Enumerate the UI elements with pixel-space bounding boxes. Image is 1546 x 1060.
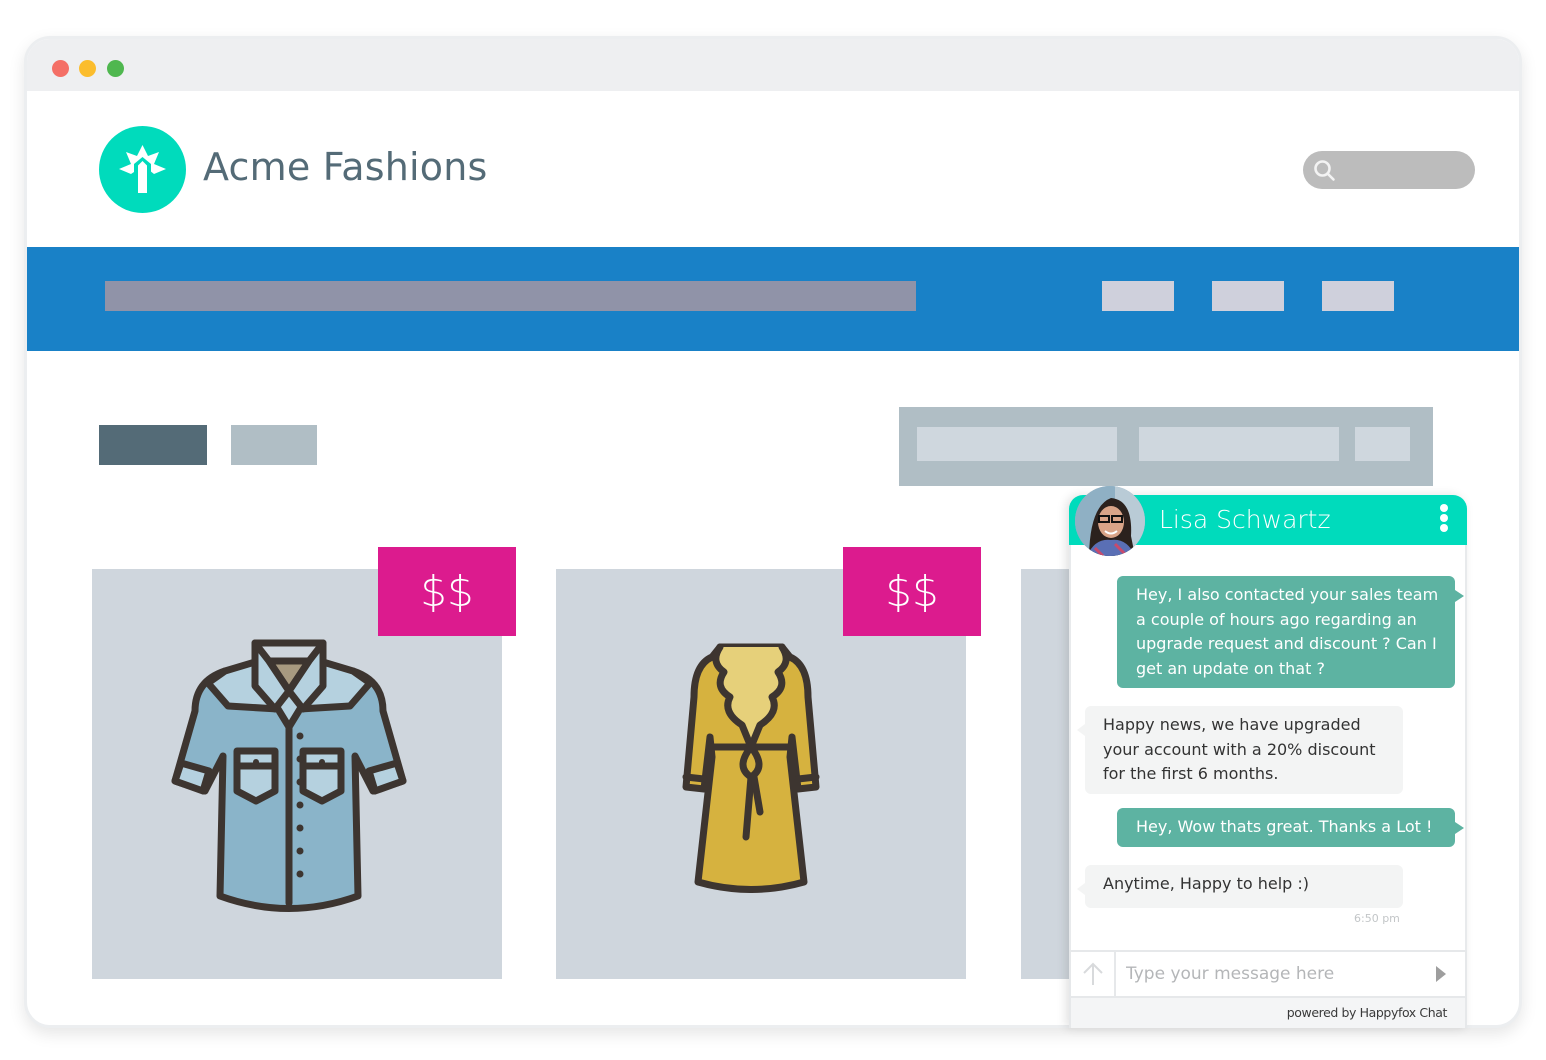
denim-shirt-image [171,639,407,912]
nav-button-3[interactable] [1322,281,1394,311]
chat-message-incoming: Happy news, we have upgraded your accoun… [1077,706,1403,794]
sort-option-3[interactable] [1355,427,1410,461]
search-icon [1314,160,1335,181]
close-window-button[interactable] [52,60,69,77]
brand-logo-icon[interactable] [99,126,186,213]
chat-message-incoming: Anytime, Happy to help :) [1077,865,1403,908]
filter-button-active[interactable] [99,425,207,465]
sort-option-1[interactable] [917,427,1117,461]
powered-by-label[interactable]: powered by Happyfox Chat [1287,1005,1448,1020]
brand-name[interactable]: Acme Fashions [203,145,488,189]
chat-header: Lisa Schwartz [1069,486,1467,556]
maximize-window-button[interactable] [107,60,124,77]
kebab-menu-icon[interactable] [1439,504,1449,534]
sort-toolbar [899,407,1433,486]
sort-option-2[interactable] [1139,427,1339,461]
message-timestamp: 6:50 pm [1354,912,1400,925]
navigation-bar [27,247,1519,351]
nav-menu-placeholder[interactable] [105,281,916,311]
title-bar [27,39,1519,91]
chat-message-outgoing: Hey, I also contacted your sales team a … [1117,576,1464,688]
search-input[interactable] [1303,151,1475,189]
price-tag: $$ [843,547,981,636]
message-input[interactable] [1126,960,1426,988]
yellow-dress-image [682,643,820,893]
price-tag: $$ [378,547,516,636]
chat-footer: powered by Happyfox Chat [1069,998,1467,1028]
nav-button-2[interactable] [1212,281,1284,311]
chat-messages[interactable]: Hey, I also contacted your sales team a … [1069,545,1467,950]
nav-button-1[interactable] [1102,281,1174,311]
send-triangle-icon[interactable] [1434,965,1448,983]
chat-compose-bar [1069,950,1467,998]
chat-message-outgoing: Hey, Wow thats great. Thanks a Lot ! [1117,808,1464,847]
minimize-window-button[interactable] [79,60,96,77]
arrow-up-icon[interactable] [1071,952,1116,996]
filter-button[interactable] [231,425,317,465]
chat-widget: Lisa Schwartz Hey, I also contacted your… [1069,486,1467,1028]
agent-name: Lisa Schwartz [1159,505,1331,534]
